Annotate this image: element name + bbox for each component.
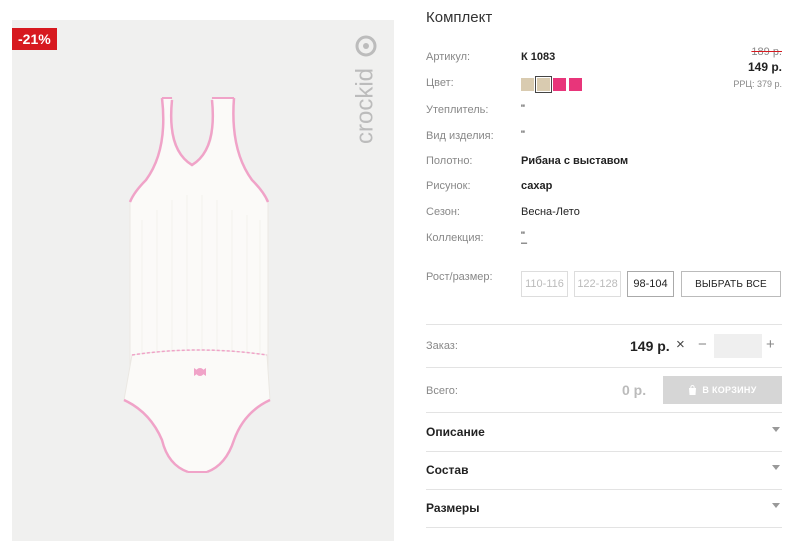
field-value-insulation: " bbox=[521, 103, 525, 115]
product-image bbox=[123, 97, 271, 474]
size-options: 110-116 122-128 98-104 bbox=[521, 271, 674, 297]
divider bbox=[426, 527, 782, 528]
brand-logo: crockid bbox=[352, 35, 378, 144]
field-label-item-type: Вид изделия: bbox=[426, 130, 494, 142]
shopping-bag-icon bbox=[689, 385, 697, 395]
decrease-quantity-button[interactable]: − bbox=[698, 336, 707, 353]
divider bbox=[426, 367, 782, 368]
color-swatch[interactable] bbox=[521, 78, 534, 91]
field-value-season: Весна-Лето bbox=[521, 206, 580, 218]
field-value-pattern: сахар bbox=[521, 180, 553, 192]
color-swatches bbox=[521, 76, 582, 93]
quantity-input[interactable] bbox=[714, 334, 762, 358]
field-label-pattern: Рисунок: bbox=[426, 180, 471, 192]
color-swatch[interactable] bbox=[569, 78, 582, 91]
order-price: 149 р. bbox=[630, 338, 670, 354]
product-title: Комплект bbox=[426, 9, 493, 26]
field-label-color: Цвет: bbox=[426, 77, 454, 89]
field-label-fabric: Полотно: bbox=[426, 155, 473, 167]
divider bbox=[426, 324, 782, 325]
total-value: 0 р. bbox=[622, 382, 647, 398]
size-option[interactable]: 98-104 bbox=[627, 271, 674, 297]
field-label-insulation: Утеплитель: bbox=[426, 104, 489, 116]
accordion-title: Размеры bbox=[426, 501, 480, 515]
size-label: Рост/размер: bbox=[426, 271, 493, 283]
field-label-collection: Коллекция: bbox=[426, 232, 484, 244]
field-value-article: К 1083 bbox=[521, 51, 556, 63]
accordion-title: Описание bbox=[426, 425, 485, 439]
times-icon: × bbox=[676, 336, 685, 353]
order-label: Заказ: bbox=[426, 340, 458, 352]
divider bbox=[426, 451, 782, 452]
divider bbox=[426, 489, 782, 490]
field-value-item-type: " bbox=[521, 129, 525, 141]
accordion-title: Состав bbox=[426, 463, 469, 477]
current-price: 149 р. bbox=[747, 60, 782, 74]
field-label-article: Артикул: bbox=[426, 51, 471, 63]
product-image-panel[interactable]: -21% crockid bbox=[12, 20, 394, 541]
add-to-cart-button[interactable]: В КОРЗИНУ bbox=[663, 376, 782, 404]
accordion-description[interactable]: Описание bbox=[426, 425, 782, 445]
product-details: Комплект 189 р. 149 р. РРЦ: 379 р. Артик… bbox=[426, 0, 782, 541]
field-value-collection-dash: – bbox=[521, 237, 528, 249]
field-value-fabric: Рибана с выставом bbox=[521, 155, 629, 167]
add-to-cart-label: В КОРЗИНУ bbox=[702, 385, 757, 395]
color-swatch-selected[interactable] bbox=[535, 76, 552, 93]
chevron-down-icon bbox=[772, 427, 780, 432]
size-option[interactable]: 122-128 bbox=[574, 271, 621, 297]
recommended-price: РРЦ: 379 р. bbox=[733, 79, 782, 89]
accordion-composition[interactable]: Состав bbox=[426, 463, 782, 483]
color-swatch[interactable] bbox=[553, 78, 566, 91]
old-price: 189 р. bbox=[751, 46, 782, 58]
field-label-season: Сезон: bbox=[426, 206, 460, 218]
select-all-sizes-button[interactable]: ВЫБРАТЬ ВСЕ bbox=[681, 271, 781, 297]
svg-text:crockid: crockid bbox=[352, 68, 378, 144]
accordion-sizes[interactable]: Размеры bbox=[426, 501, 782, 521]
increase-quantity-button[interactable]: + bbox=[766, 336, 775, 353]
discount-badge: -21% bbox=[12, 28, 57, 50]
total-label: Всего: bbox=[426, 385, 458, 397]
chevron-down-icon bbox=[772, 465, 780, 470]
size-option[interactable]: 110-116 bbox=[521, 271, 568, 297]
divider bbox=[426, 412, 782, 413]
chevron-down-icon bbox=[772, 503, 780, 508]
